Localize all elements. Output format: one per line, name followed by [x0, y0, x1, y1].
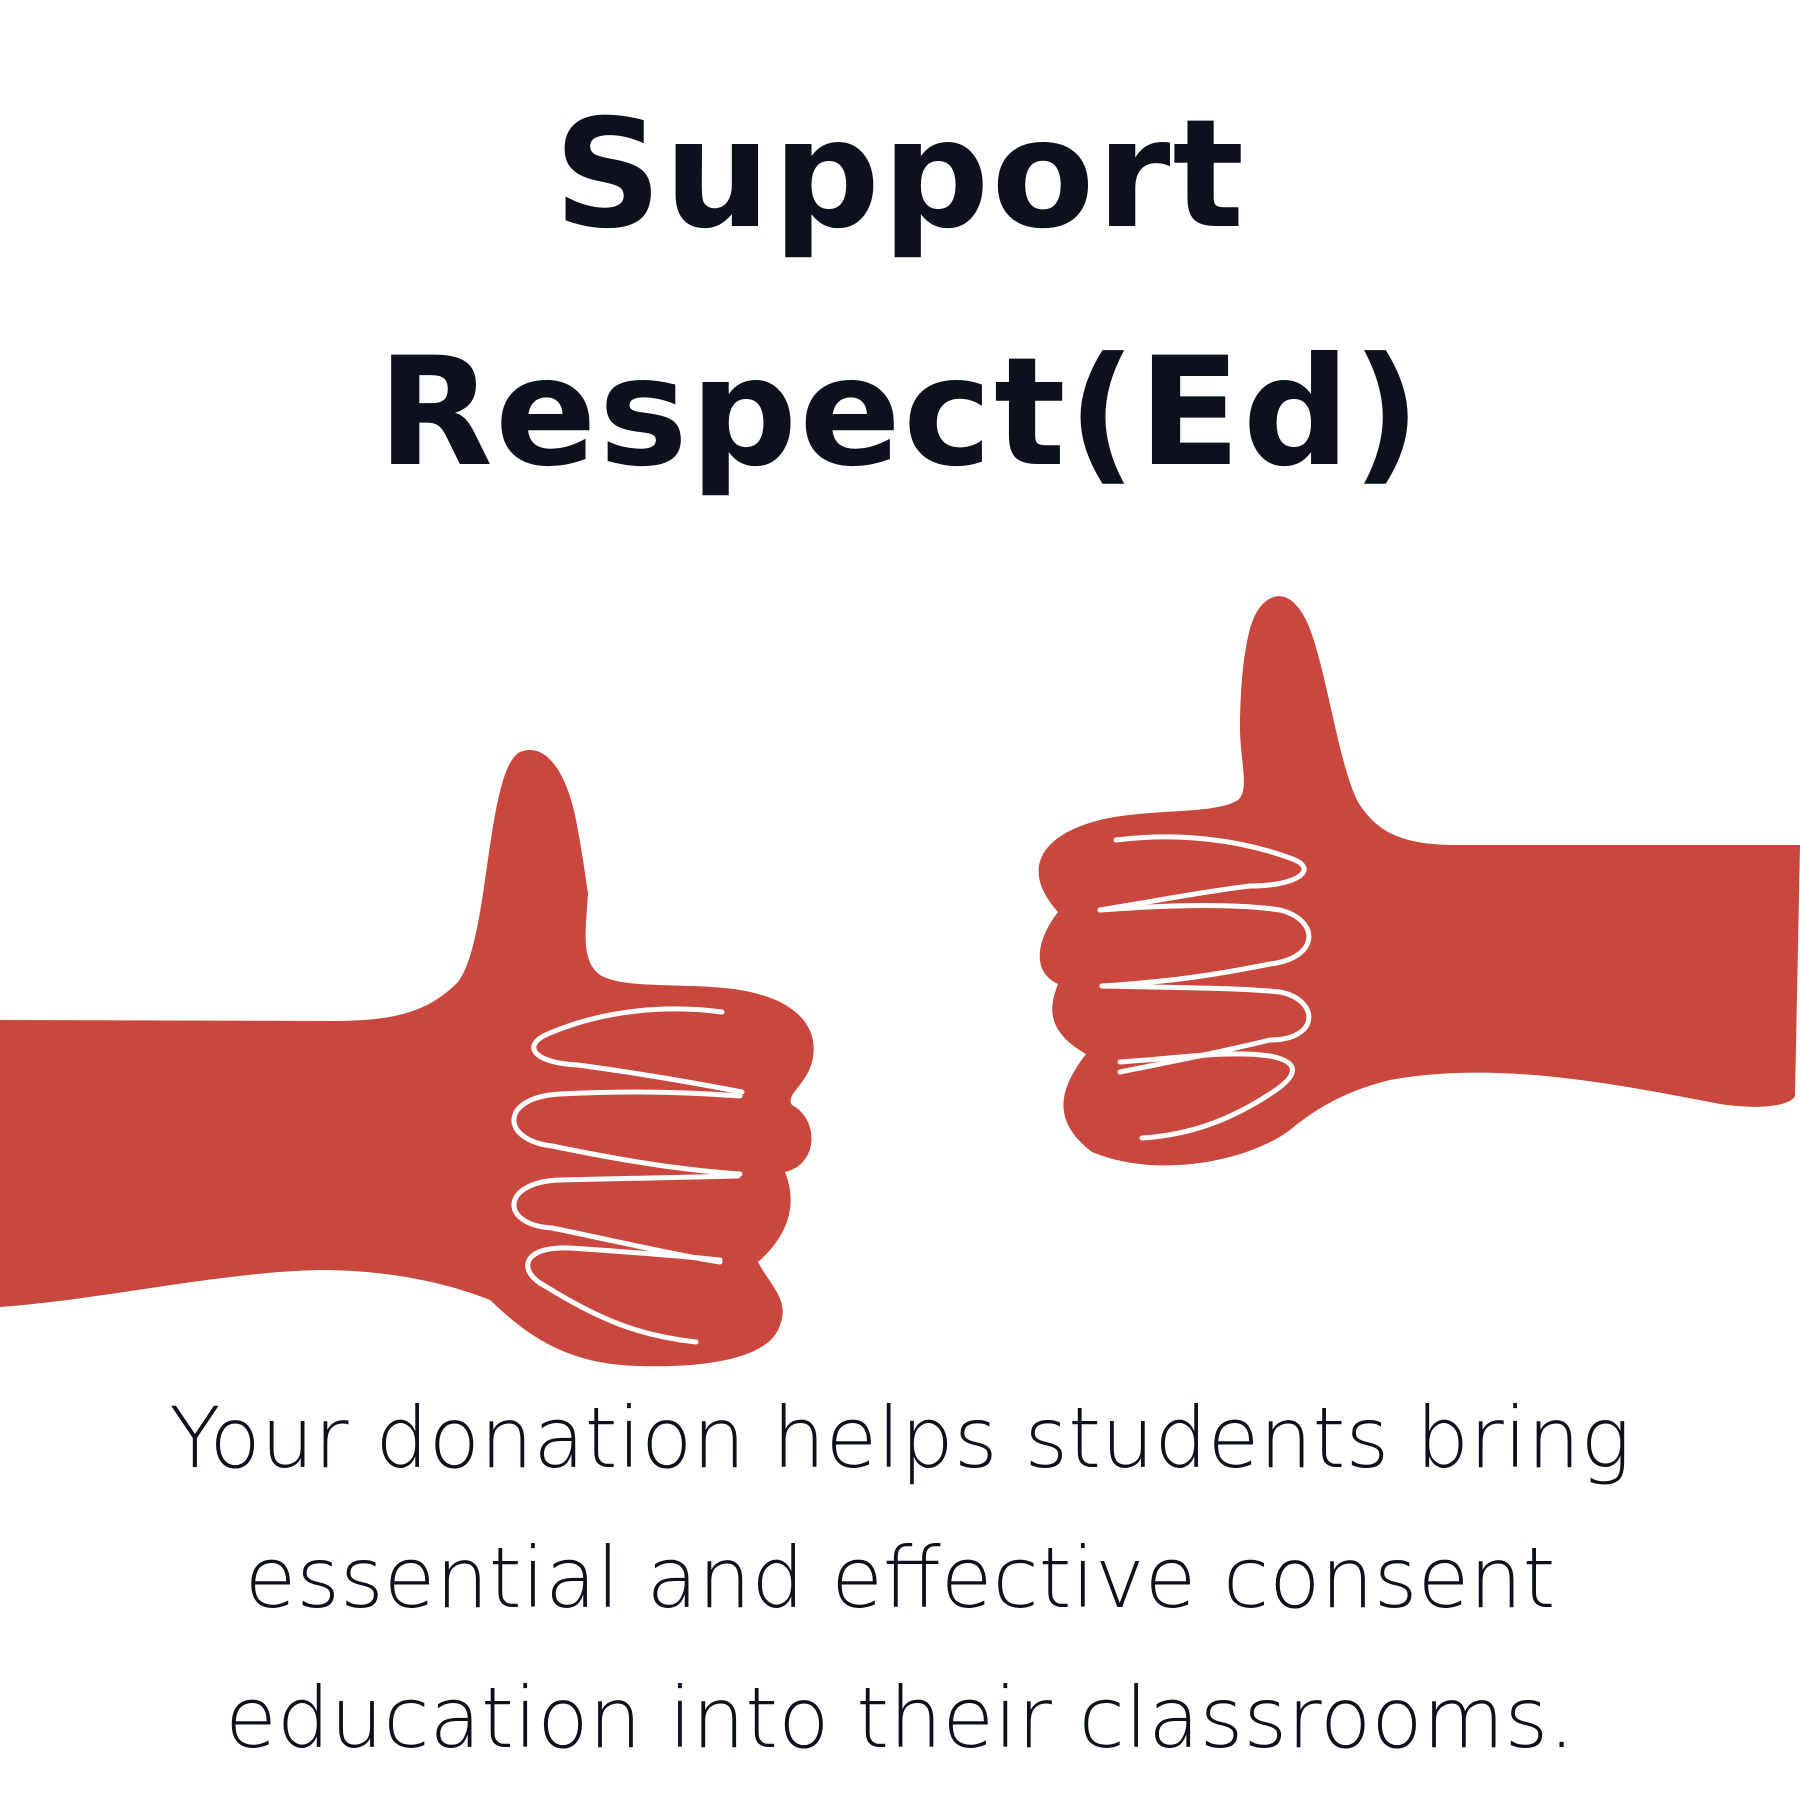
left-thumbs-up-icon — [0, 749, 814, 1367]
right-thumbs-up-icon — [1038, 596, 1800, 1166]
body-line-3: education into their classrooms. — [225, 1669, 1575, 1767]
body-line-2: essential and effective consent — [244, 1529, 1556, 1627]
body-line-1: Your donation helps students bring — [169, 1389, 1631, 1487]
headline-line-1: Support — [553, 88, 1247, 262]
thumbs-up-illustration — [0, 596, 1800, 1367]
headline-line-2: Respect(Ed) — [377, 326, 1423, 500]
